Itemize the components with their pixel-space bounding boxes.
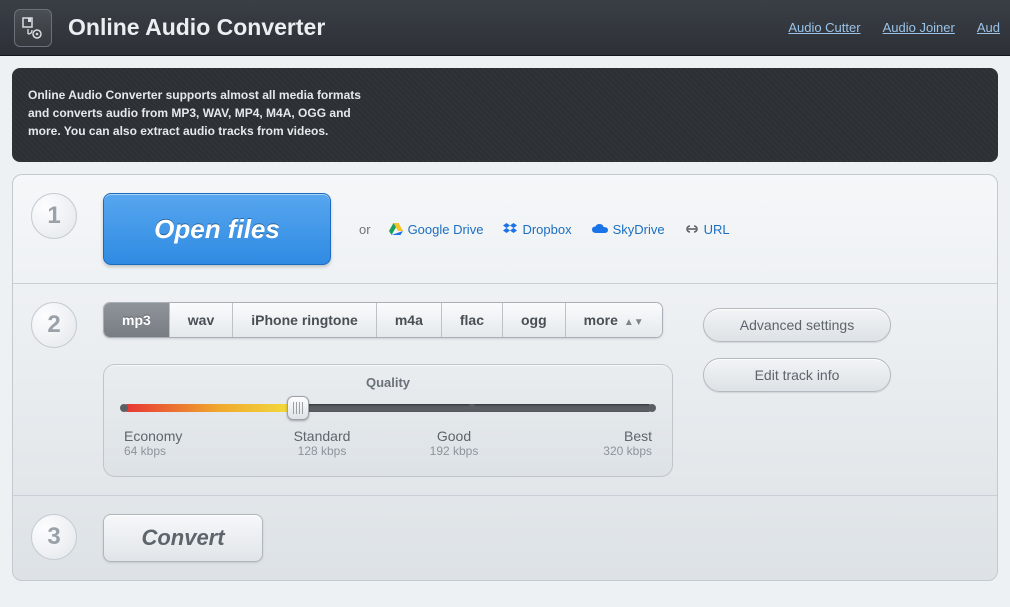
tab-more-label: more bbox=[584, 312, 618, 328]
slider-handle[interactable] bbox=[287, 396, 309, 420]
quality-title: Quality bbox=[124, 375, 652, 390]
source-label: Google Drive bbox=[408, 222, 484, 237]
link-icon bbox=[685, 224, 699, 234]
source-label: SkyDrive bbox=[613, 222, 665, 237]
quality-panel: Quality Economy64 kbps Standard128 kbps … bbox=[103, 364, 673, 477]
description-text: Online Audio Converter supports almost a… bbox=[28, 86, 368, 140]
or-label: or bbox=[359, 222, 371, 237]
quality-rate: 128 kbps bbox=[256, 444, 388, 458]
quality-slider[interactable] bbox=[124, 404, 652, 412]
quality-labels: Economy64 kbps Standard128 kbps Good192 … bbox=[124, 428, 652, 458]
app-title: Online Audio Converter bbox=[68, 14, 325, 41]
step-3-badge: 3 bbox=[31, 514, 77, 560]
advanced-settings-button[interactable]: Advanced settings bbox=[703, 308, 891, 342]
tab-mp3[interactable]: mp3 bbox=[104, 303, 170, 337]
edit-track-info-button[interactable]: Edit track info bbox=[703, 358, 891, 392]
source-dropbox[interactable]: Dropbox bbox=[503, 222, 571, 237]
format-tabs: mp3 wav iPhone ringtone m4a flac ogg mor… bbox=[103, 302, 663, 338]
app-logo-icon bbox=[14, 9, 52, 47]
tab-m4a[interactable]: m4a bbox=[377, 303, 442, 337]
quality-label: Economy bbox=[124, 428, 256, 444]
tab-flac[interactable]: flac bbox=[442, 303, 503, 337]
source-google-drive[interactable]: Google Drive bbox=[389, 222, 484, 237]
source-url[interactable]: URL bbox=[685, 222, 730, 237]
step-1-badge: 1 bbox=[31, 193, 77, 239]
step-2-section: 2 mp3 wav iPhone ringtone m4a flac ogg m… bbox=[13, 283, 997, 495]
tab-ogg[interactable]: ogg bbox=[503, 303, 566, 337]
slider-stop-good bbox=[468, 404, 476, 412]
skydrive-icon bbox=[592, 224, 608, 234]
source-skydrive[interactable]: SkyDrive bbox=[592, 222, 665, 237]
link-audio-cutter[interactable]: Audio Cutter bbox=[788, 20, 860, 35]
convert-button[interactable]: Convert bbox=[103, 514, 263, 562]
tab-iphone-ringtone[interactable]: iPhone ringtone bbox=[233, 303, 377, 337]
quality-label: Best bbox=[520, 428, 652, 444]
quality-rate: 64 kbps bbox=[124, 444, 256, 458]
top-bar: Online Audio Converter Audio Cutter Audi… bbox=[0, 0, 1010, 56]
source-label: URL bbox=[704, 222, 730, 237]
main-panel: 1 Open files or Google Drive Dropbox bbox=[12, 174, 998, 581]
dropbox-icon bbox=[503, 223, 517, 235]
slider-stop-best bbox=[648, 404, 656, 412]
side-buttons: Advanced settings Edit track info bbox=[703, 308, 891, 392]
source-label: Dropbox bbox=[522, 222, 571, 237]
link-audio-truncated[interactable]: Aud bbox=[977, 20, 1000, 35]
quality-label: Standard bbox=[256, 428, 388, 444]
step-2-badge: 2 bbox=[31, 302, 77, 348]
quality-rate: 192 kbps bbox=[388, 444, 520, 458]
tab-more[interactable]: more ▲▼ bbox=[566, 303, 662, 337]
tab-wav[interactable]: wav bbox=[170, 303, 233, 337]
quality-rate: 320 kbps bbox=[520, 444, 652, 458]
step-1-section: 1 Open files or Google Drive Dropbox bbox=[13, 175, 997, 283]
slider-stop-economy bbox=[120, 404, 128, 412]
chevron-up-down-icon: ▲▼ bbox=[624, 317, 644, 328]
header-links: Audio Cutter Audio Joiner Aud bbox=[788, 20, 1010, 35]
link-audio-joiner[interactable]: Audio Joiner bbox=[883, 20, 955, 35]
slider-fill bbox=[124, 404, 298, 412]
quality-label: Good bbox=[388, 428, 520, 444]
description-panel: Online Audio Converter supports almost a… bbox=[12, 68, 998, 162]
step-3-section: 3 Convert bbox=[13, 495, 997, 580]
google-drive-icon bbox=[389, 223, 403, 235]
open-files-button[interactable]: Open files bbox=[103, 193, 331, 265]
